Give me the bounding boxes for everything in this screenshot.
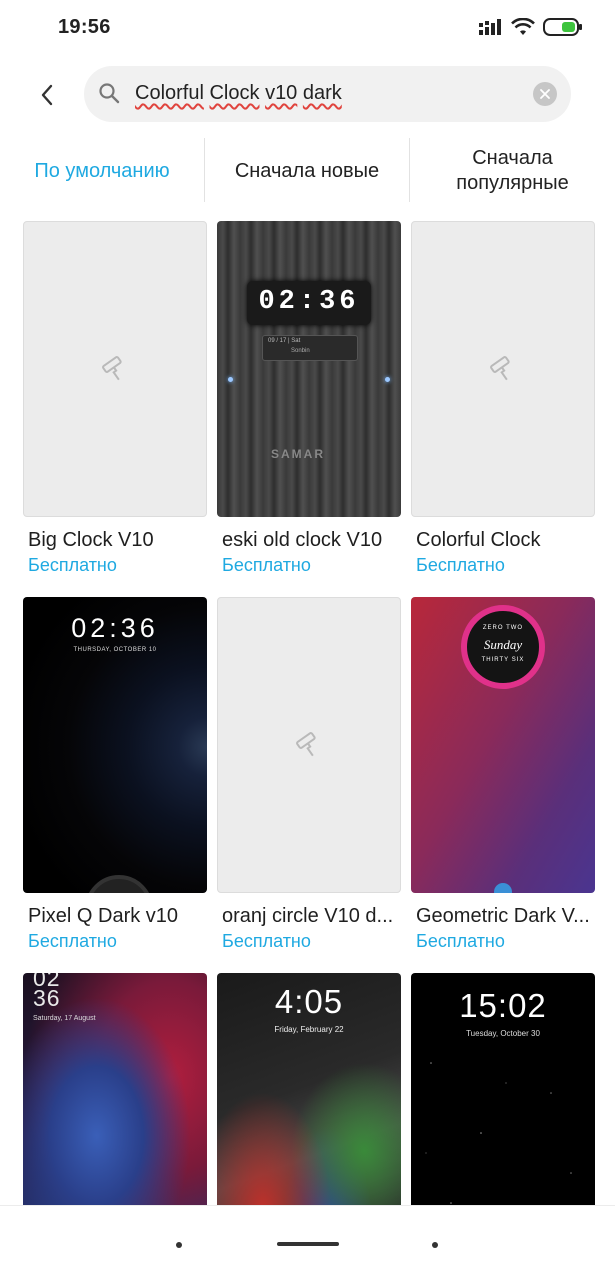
theme-price: Бесплатно: [416, 931, 505, 951]
search-field[interactable]: Colorful Clock v10 dark: [84, 66, 571, 122]
theme-name: Pixel Q Dark v10: [28, 905, 179, 927]
wifi-icon: [511, 18, 535, 35]
theme-card[interactable]: oranj circle V10 d... Бесплатно: [217, 597, 401, 952]
theme-preview-placeholder: [411, 221, 595, 517]
preview-date: Tuesday, October 30: [466, 1029, 540, 1038]
theme-name: Geometric Dark V...: [416, 905, 590, 927]
theme-name: Colorful Clock: [416, 529, 541, 551]
back-button[interactable]: [30, 78, 64, 112]
indicator-dot: [228, 377, 233, 382]
chevron-left-icon: [41, 84, 53, 106]
theme-card[interactable]: Big Clock V10 Бесплатно: [23, 221, 207, 576]
status-time: 19:56: [58, 16, 111, 38]
preview-clock: 4:05: [274, 983, 344, 1020]
date-widget: 09 / 17 | Sat Sonbin: [262, 335, 358, 361]
query-word: v10: [265, 82, 298, 104]
theme-name: oranj circle V10 d...: [222, 905, 394, 927]
theme-price: Бесплатно: [222, 555, 311, 575]
search-icon: [99, 83, 120, 104]
tab-popular[interactable]: Сначала популярные: [440, 138, 585, 204]
tab-divider: [204, 138, 205, 202]
tab-divider: [409, 138, 410, 202]
theme-name: Big Clock V10: [28, 529, 154, 551]
theme-card[interactable]: 02:36 09 / 17 | Sat Sonbin SAMAR eski ol…: [217, 221, 401, 576]
theme-preview: 02:36 THURSDAY, OCTOBER 10: [23, 597, 207, 893]
paint-roller-icon: [296, 732, 316, 757]
theme-card[interactable]: ZERO TWO Sunday THIRTY SIX Geometric Dar…: [411, 597, 595, 952]
tab-newest[interactable]: Сначала новые: [214, 138, 400, 204]
preview-date: Saturday, 17 August: [33, 1015, 96, 1022]
close-icon: [540, 89, 550, 99]
query-word: dark: [302, 82, 342, 104]
fingerprint-circle: [85, 875, 153, 893]
query-word: Clock: [209, 82, 260, 104]
preview-clock: 02:36: [258, 287, 360, 317]
system-nav-bar: [0, 1205, 615, 1281]
sort-tabs: По умолчанию Сначала новые Сначала попул…: [0, 138, 615, 204]
preview-watermark: SAMAR: [271, 447, 325, 461]
status-icons: [479, 14, 583, 40]
preview-clock-minutes: 36: [33, 985, 61, 1011]
paint-roller-icon: [102, 356, 122, 381]
signal-icon: [479, 19, 501, 35]
preview-date: Friday, February 22: [274, 1025, 344, 1034]
status-bar: 19:56: [0, 0, 615, 56]
tab-default[interactable]: По умолчанию: [10, 138, 194, 204]
battery-icon: [543, 18, 582, 36]
preview-hour: ZERO TWO: [482, 625, 524, 631]
preview-day: Sunday: [483, 637, 523, 652]
theme-price: Бесплатно: [416, 555, 505, 575]
theme-preview: 02:36 09 / 17 | Sat Sonbin SAMAR: [217, 221, 401, 517]
indicator-dot: [385, 377, 390, 382]
theme-price: Бесплатно: [222, 931, 311, 951]
query-word: Colorful: [135, 82, 204, 104]
recents-button[interactable]: [176, 1242, 182, 1248]
search-input[interactable]: Colorful Clock v10 dark: [135, 82, 342, 105]
theme-price: Бесплатно: [28, 931, 117, 951]
preview-date: 09 / 17 | Sat: [268, 338, 301, 344]
theme-card[interactable]: 02:36 THURSDAY, OCTOBER 10 Pixel Q Dark …: [23, 597, 207, 952]
paint-roller-icon: [490, 356, 510, 381]
theme-card[interactable]: Colorful Clock Бесплатно: [411, 221, 595, 576]
preview-date: THURSDAY, OCTOBER 10: [73, 647, 157, 653]
theme-preview-placeholder: [217, 597, 401, 893]
preview-clock: 15:02: [459, 987, 547, 1024]
back-nav-button[interactable]: [432, 1242, 438, 1248]
preview-subtext: Sonbin: [291, 348, 310, 354]
theme-preview: ZERO TWO Sunday THIRTY SIX: [411, 597, 595, 893]
lock-icon: [494, 883, 512, 893]
search-row: Colorful Clock v10 dark: [0, 66, 615, 124]
clear-search-button[interactable]: [533, 82, 557, 106]
home-button[interactable]: [277, 1242, 339, 1246]
theme-preview-placeholder: [23, 221, 207, 517]
theme-name: eski old clock V10: [222, 529, 383, 551]
preview-clock: 02:36: [71, 613, 159, 643]
preview-minute: THIRTY SIX: [481, 657, 525, 663]
theme-price: Бесплатно: [28, 555, 117, 575]
